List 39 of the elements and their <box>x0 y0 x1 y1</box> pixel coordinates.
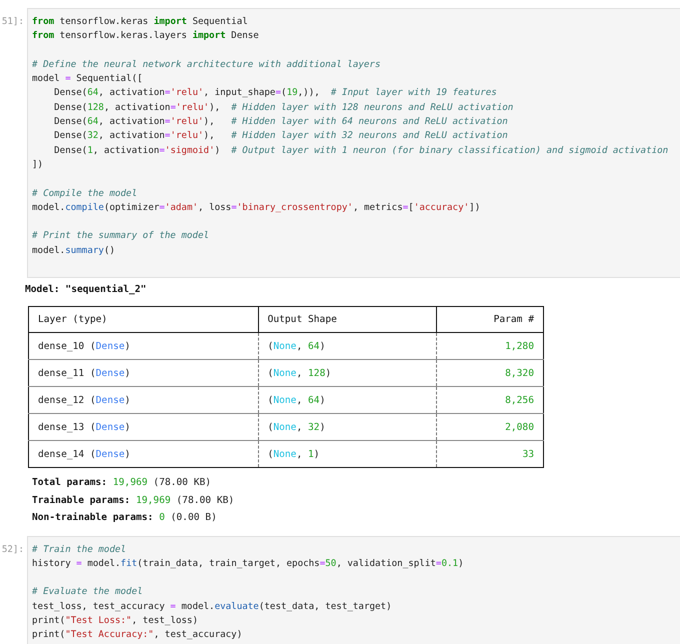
table-cell: (None, 128) <box>258 360 437 386</box>
table-cell: dense_11 (Dense) <box>28 360 258 386</box>
code-line: from tensorflow.keras.layers import Dense <box>32 29 260 44</box>
code-line: model.compile(optimizer='adam', loss='binary_crossentropy', metrics=['accuracy']) <box>32 200 482 215</box>
table-cell: dense_14 (Dense) <box>28 440 258 468</box>
code-line: Dense(64, activation='relu', input_shape=(19,)), # Input layer with 19 features <box>53 86 498 100</box>
column-header: Layer (type) <box>28 306 258 332</box>
code-line: ]) <box>32 158 44 172</box>
code-line: history = model.fit(train_data, train_target, epochs=50, validation_split=0.1) <box>32 556 465 571</box>
code-line: print("Test Loss:", test_loss) <box>32 614 199 628</box>
table-cell: (None, 32) <box>258 414 437 440</box>
code-line: test_loss, test_accuracy = model.evaluate(test_data, test_target) <box>32 600 393 614</box>
code-line: Dense(32, activation='relu'), # Hidden layer with 32 neurons and ReLU activation <box>53 129 509 144</box>
code-line: Dense(1, activation='sigmoid') # Output layer with 1 neuron (for binary classification) and sigmoid activation <box>53 144 670 158</box>
table-cell: dense_13 (Dense) <box>28 414 258 440</box>
code-line: from tensorflow.keras import Sequential <box>32 15 249 29</box>
code-line: model = Sequential([ <box>32 72 144 86</box>
cell-prompt: 51]: <box>0 15 25 29</box>
column-header: Param # <box>436 306 544 332</box>
param-summary: Total params: 19,969 (78.00 KB) <box>32 476 212 490</box>
code-line: Dense(128, activation='relu'), # Hidden layer with 128 neurons and ReLU activation <box>53 100 514 115</box>
table-cell: (None, 1) <box>258 440 437 468</box>
model-title: Model: "sequential_2" <box>25 283 148 297</box>
code-line: # Print the summary of the model <box>32 229 210 244</box>
param-summary: Trainable params: 19,969 (78.00 KB) <box>32 494 236 508</box>
column-header: Output Shape <box>258 306 437 332</box>
code-line: print("Test Accuracy:", test_accuracy) <box>32 628 244 642</box>
code-line: Dense(64, activation='relu'), # Hidden layer with 64 neurons and ReLU activation <box>53 115 509 130</box>
code-line: # Compile the model <box>32 186 138 201</box>
code-line: # Evaluate the model <box>32 585 144 600</box>
code-cell[interactable] <box>27 536 680 644</box>
table-cell: (None, 64) <box>258 386 437 414</box>
code-cell[interactable] <box>27 8 680 278</box>
code-line: # Train the model <box>32 542 128 556</box>
table-cell: dense_12 (Dense) <box>28 386 258 414</box>
cell-prompt: 52]: <box>0 542 25 556</box>
param-summary: Non-trainable params: 0 (0.00 B) <box>32 511 218 525</box>
code-line: # Define the neural network architecture with additional layers <box>32 58 382 72</box>
code-line: model.summary() <box>32 244 116 258</box>
